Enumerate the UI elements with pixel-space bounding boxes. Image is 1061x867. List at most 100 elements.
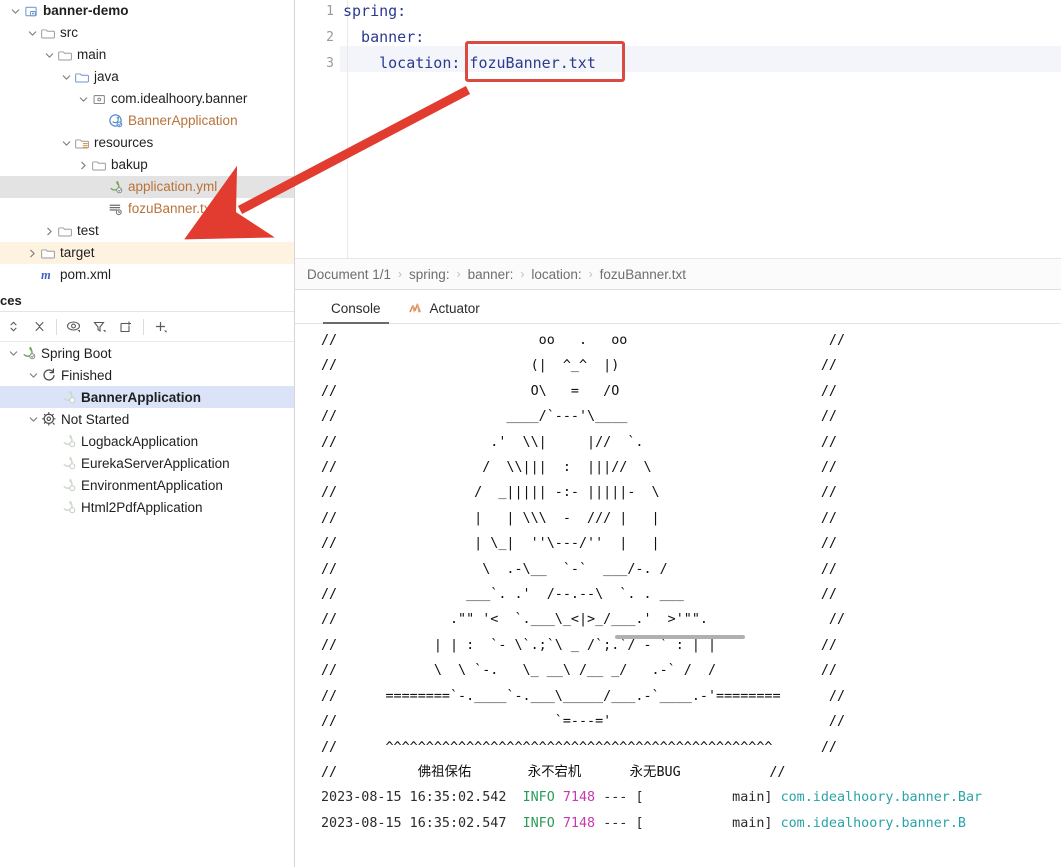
console-horizontal-scrollbar[interactable] — [615, 635, 745, 639]
toolbar-divider — [56, 318, 57, 335]
add-icon[interactable] — [148, 314, 174, 340]
project-tree-panel[interactable]: banner-demo src main java com.idealhoory.ban… — [0, 0, 295, 290]
tree-row-label: pom.xml — [60, 267, 112, 283]
tab-console[interactable]: Console — [317, 293, 395, 324]
filter-icon[interactable] — [87, 314, 113, 340]
folder-icon — [39, 25, 57, 41]
spring-yaml-icon — [107, 179, 125, 195]
log-level: INFO — [522, 790, 555, 806]
show-hide-icon[interactable] — [61, 314, 87, 340]
breadcrumb-separator: › — [398, 267, 403, 281]
service-row-finished[interactable]: Finished — [0, 364, 294, 386]
tree-row-test[interactable]: test — [0, 220, 294, 242]
actuator-icon — [408, 302, 424, 315]
tree-row-src[interactable]: src — [0, 22, 294, 44]
chevron-down-icon[interactable] — [25, 26, 39, 40]
log-line: 2023-08-15 16:35:02.547 INFO 7148 --- [ … — [295, 811, 1061, 836]
services-panel[interactable]: ces Spring Boot Finished BannerApplicati… — [0, 290, 295, 867]
tree-row-target[interactable]: target — [0, 242, 294, 264]
breadcrumb-separator: › — [588, 267, 593, 281]
services-tree[interactable]: Spring Boot Finished BannerApplication Not … — [0, 342, 294, 518]
collapse-all-icon[interactable] — [26, 314, 52, 340]
tree-row-label: src — [60, 25, 78, 41]
toolbar-divider-2 — [143, 318, 144, 335]
service-row-label: Finished — [61, 367, 113, 383]
chevron-right-icon[interactable] — [76, 158, 90, 172]
tree-row-label: com.idealhoory.banner — [111, 91, 248, 107]
breadcrumb-item[interactable]: fozuBanner.txt — [596, 267, 690, 282]
ascii-banner-art: // oo . oo // // (| ^_^ |) // // O\ = /O… — [321, 333, 846, 780]
tree-row-bannerapplication[interactable]: BannerApplication — [0, 110, 294, 132]
tree-row-application-yml[interactable]: application.yml — [0, 176, 294, 198]
expand-collapse-icon[interactable] — [0, 314, 26, 340]
service-row-label: Html2PdfApplication — [81, 499, 203, 515]
code-editor[interactable]: 1 2 3 spring: banner: location: fozuBanner… — [295, 0, 1061, 258]
tree-row-label: resources — [94, 135, 154, 151]
tab-actuator[interactable]: Actuator — [395, 293, 494, 323]
chevron-down-icon[interactable] — [42, 48, 56, 62]
log-output: 2023-08-15 16:35:02.542 INFO 7148 --- [ … — [295, 785, 1061, 836]
log-level: INFO — [522, 815, 555, 831]
folder-icon — [56, 223, 74, 239]
breadcrumb-item[interactable]: spring: — [405, 267, 454, 282]
chevron-placeholder — [46, 500, 60, 514]
line-number: 3 — [326, 56, 334, 71]
tree-row-java[interactable]: java — [0, 66, 294, 88]
breadcrumb-item[interactable]: banner: — [464, 267, 518, 282]
tree-row-label: bakup — [111, 157, 148, 173]
log-thread: [ main] — [635, 790, 773, 806]
chevron-down-icon[interactable] — [26, 412, 40, 426]
chevron-placeholder — [93, 202, 107, 216]
chevron-placeholder — [46, 456, 60, 470]
breadcrumb-item[interactable]: location: — [527, 267, 585, 282]
chevron-down-icon[interactable] — [26, 368, 40, 382]
code-line[interactable]: location: fozuBanner.txt — [343, 54, 596, 72]
export-icon[interactable] — [113, 314, 139, 340]
log-timestamp: 2023-08-15 16:35:02.542 — [321, 790, 507, 806]
chevron-down-icon[interactable] — [59, 136, 73, 150]
chevron-right-icon[interactable] — [42, 224, 56, 238]
chevron-down-icon[interactable] — [76, 92, 90, 106]
code-line[interactable]: banner: — [343, 28, 424, 46]
tree-row-fozubanner-txt[interactable]: fozuBanner.txt — [0, 198, 294, 220]
text-file-icon — [107, 201, 125, 217]
chevron-placeholder — [93, 180, 107, 194]
console-panel[interactable]: Console Actuator // oo . oo // // (| ^_^… — [295, 290, 1061, 867]
chevron-down-icon[interactable] — [8, 4, 22, 18]
console-output[interactable]: // oo . oo // // (| ^_^ |) // // O\ = /O… — [295, 325, 1061, 867]
chevron-down-icon[interactable] — [59, 70, 73, 84]
chevron-down-icon[interactable] — [6, 346, 20, 360]
chevron-placeholder — [46, 390, 60, 404]
rerun-icon — [40, 367, 58, 383]
code-line[interactable]: spring: — [343, 2, 406, 20]
console-tab-bar[interactable]: Console Actuator — [295, 290, 1061, 324]
source-folder-icon — [73, 69, 91, 85]
log-timestamp: 2023-08-15 16:35:02.547 — [321, 815, 507, 831]
spring-class-icon — [107, 113, 125, 129]
services-toolbar[interactable] — [0, 312, 294, 342]
chevron-placeholder — [46, 434, 60, 448]
editor-gutter[interactable]: 1 2 3 — [295, 0, 340, 258]
tree-row-label: target — [60, 245, 95, 261]
tree-row-resources[interactable]: resources — [0, 132, 294, 154]
service-row-not-started[interactable]: Not Started — [0, 408, 294, 430]
tree-row-pom-xml[interactable]: m pom.xml — [0, 264, 294, 286]
tree-row-bakup[interactable]: bakup — [0, 154, 294, 176]
service-row-html2pdfapplication[interactable]: Html2PdfApplication — [0, 496, 294, 518]
breadcrumb-item[interactable]: Document 1/1 — [303, 267, 395, 282]
service-row-spring-boot[interactable]: Spring Boot — [0, 342, 294, 364]
service-row-label: Not Started — [61, 411, 130, 427]
line-number: 1 — [326, 4, 334, 19]
service-row-eurekaserverapplication[interactable]: EurekaServerApplication — [0, 452, 294, 474]
service-row-logbackapplication[interactable]: LogbackApplication — [0, 430, 294, 452]
tree-row-com-idealhoory-banner[interactable]: com.idealhoory.banner — [0, 88, 294, 110]
tree-row-banner-demo[interactable]: banner-demo — [0, 0, 294, 22]
breadcrumb[interactable]: Document 1/1 › spring: › banner: › location: › f… — [295, 258, 1061, 290]
chevron-right-icon[interactable] — [25, 246, 39, 260]
service-row-environmentapplication[interactable]: EnvironmentApplication — [0, 474, 294, 496]
chevron-placeholder — [93, 114, 107, 128]
service-row-label: BannerApplication — [81, 389, 202, 405]
line-number: 2 — [326, 30, 334, 45]
tree-row-main[interactable]: main — [0, 44, 294, 66]
service-row-bannerapplication[interactable]: BannerApplication — [0, 386, 294, 408]
